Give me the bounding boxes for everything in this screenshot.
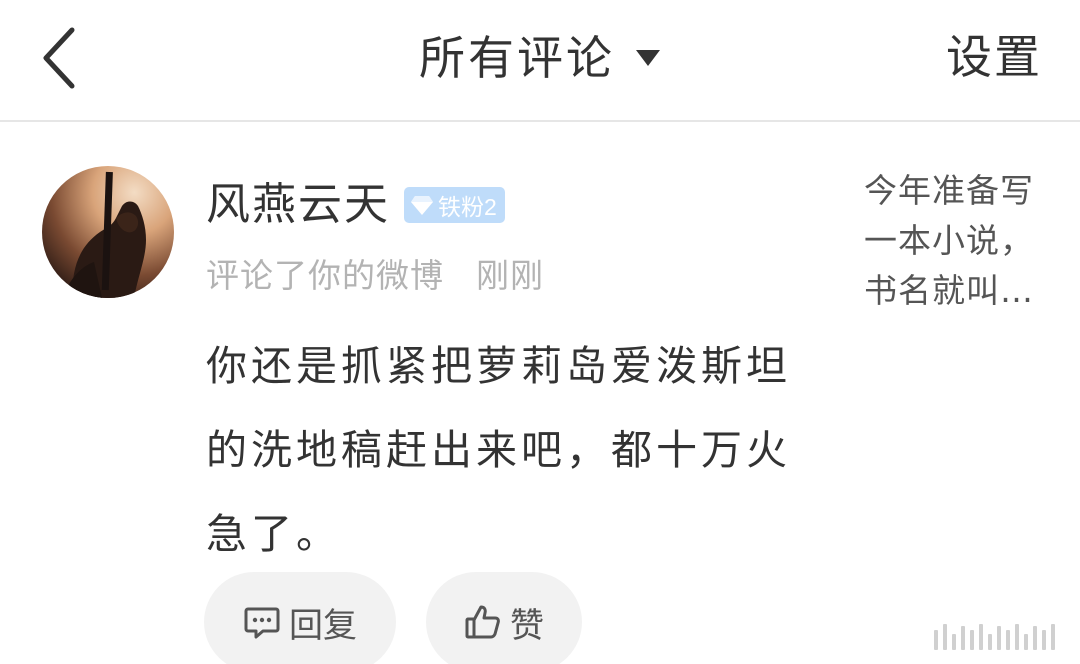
like-button[interactable]: 赞 xyxy=(426,572,582,664)
like-label: 赞 xyxy=(510,605,544,646)
comment-line: 的洗地稿赶出来吧，都十万火 xyxy=(206,426,791,474)
reply-label: 回复 xyxy=(289,605,357,646)
comment-body: 你还是抓紧把萝莉岛爱泼斯坦 的洗地稿赶出来吧，都十万火 急了。 xyxy=(206,324,846,576)
comment-line: 你还是抓紧把萝莉岛爱泼斯坦 xyxy=(206,342,791,390)
comment-meta: 评论了你的微博 刚刚 xyxy=(206,250,544,296)
fan-badge[interactable]: 铁粉2 xyxy=(404,187,505,223)
diamond-icon xyxy=(411,196,433,215)
post-preview[interactable]: 今年准备写 一本小说， 书名就叫… xyxy=(864,166,1054,316)
comment-action-text: 评论了你的微博 xyxy=(206,256,444,295)
post-preview-line: 今年准备写 xyxy=(864,171,1034,210)
post-preview-line: 一本小说， xyxy=(864,221,1034,260)
watermark-bars xyxy=(934,620,1062,650)
settings-button[interactable]: 设置 xyxy=(946,30,1042,85)
comment-line: 急了。 xyxy=(206,510,341,558)
fan-badge-label: 铁粉2 xyxy=(438,194,497,220)
top-nav-bar: 所有评论 设置 xyxy=(0,0,1080,122)
triangle-down-icon xyxy=(636,50,660,66)
comments-screen: 所有评论 设置 风燕云天 铁粉2 评论了你的微博 刚刚 今年准备写 一本小说， … xyxy=(0,0,1080,664)
thumbs-up-icon xyxy=(465,605,500,639)
comment-bubble-icon xyxy=(244,607,280,639)
comment-time: 刚刚 xyxy=(476,256,544,295)
filter-dropdown[interactable]: 所有评论 xyxy=(0,24,1080,92)
comment-author-row: 风燕云天 铁粉2 xyxy=(206,174,505,236)
reply-button[interactable]: 回复 xyxy=(204,572,396,664)
page-title: 所有评论 xyxy=(419,31,615,85)
avatar[interactable] xyxy=(42,166,174,298)
username[interactable]: 风燕云天 xyxy=(206,183,390,227)
post-preview-line: 书名就叫… xyxy=(864,271,1034,310)
